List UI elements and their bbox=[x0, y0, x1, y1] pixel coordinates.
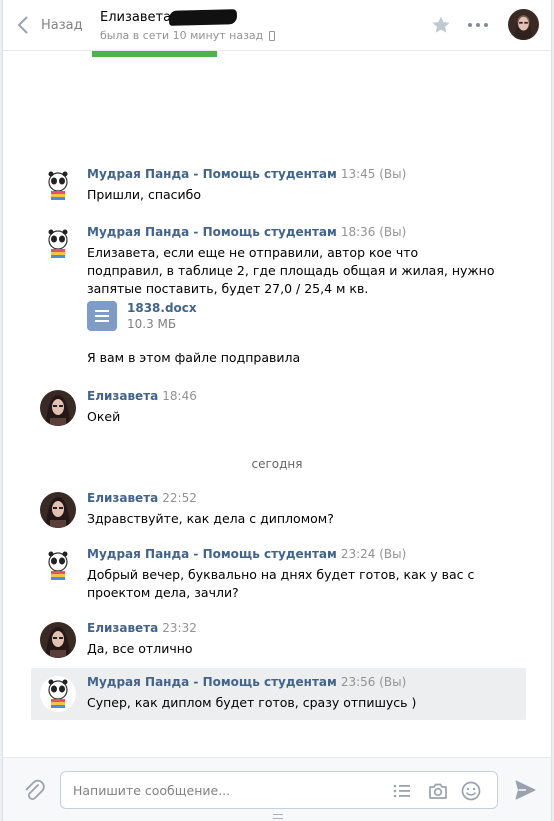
chat-header: Назад Елизавета была в сети 10 минут наз… bbox=[3, 0, 551, 51]
send-icon[interactable] bbox=[514, 779, 536, 801]
panda-avatar[interactable] bbox=[40, 168, 76, 204]
message-time: 22:52 bbox=[162, 491, 197, 505]
attachment-preview-strip bbox=[92, 51, 217, 57]
message-text: Окей bbox=[87, 409, 121, 424]
user-avatar[interactable] bbox=[40, 390, 76, 426]
message-item: Мудрая Панда - Помощь студентам 23:24 (Вы… bbox=[31, 540, 526, 610]
back-label: Назад bbox=[41, 17, 83, 33]
message-author[interactable]: Мудрая Панда - Помощь студентам 18:36 (Вы… bbox=[87, 225, 406, 239]
message-text: Я вам в этом файле подправила bbox=[87, 350, 301, 365]
message-item: Мудрая Панда - Помощь студентам 13:45 (Вы… bbox=[31, 160, 526, 216]
message-time: 23:32 bbox=[162, 621, 197, 635]
message-author[interactable]: Мудрая Панда - Помощь студентам 13:45 (Вы… bbox=[87, 167, 406, 181]
document-name[interactable]: 1838.docx bbox=[127, 301, 197, 315]
message-author[interactable]: Мудрая Панда - Помощь студентам 23:24 (Вы… bbox=[87, 547, 406, 561]
message-time: 23:56 (Вы) bbox=[340, 675, 407, 689]
peer-status: была в сети 10 минут назад bbox=[100, 29, 276, 42]
message-item: Мудрая Панда - Помощь студентам 18:36 (Вы… bbox=[31, 218, 526, 378]
message-author[interactable]: Мудрая Панда - Помощь студентам 23:56 (Вы… bbox=[87, 675, 406, 689]
message-text: Пришли, спасибо bbox=[87, 187, 202, 202]
back-button[interactable]: Назад bbox=[17, 14, 83, 36]
mobile-phone-icon bbox=[269, 30, 276, 41]
message-input-box[interactable] bbox=[60, 771, 498, 809]
chevron-left-icon bbox=[17, 16, 28, 34]
message-author[interactable]: Елизавета 18:46 bbox=[87, 389, 197, 403]
message-input[interactable] bbox=[73, 772, 373, 808]
user-avatar[interactable] bbox=[40, 622, 76, 658]
redaction-mark bbox=[168, 9, 238, 26]
star-icon[interactable] bbox=[431, 15, 451, 35]
message-author[interactable]: Елизавета 22:52 bbox=[87, 491, 197, 505]
message-text: Супер, как диплом будет готов, сразу отп… bbox=[87, 695, 417, 710]
message-text: Добрый вечер, буквально на днях будет го… bbox=[87, 567, 475, 600]
date-separator: сегодня bbox=[251, 457, 303, 471]
message-time: 13:45 (Вы) bbox=[340, 167, 407, 181]
message-time: 23:24 (Вы) bbox=[340, 547, 407, 561]
message-text: Да, все отлично bbox=[87, 641, 193, 656]
document-attachment[interactable]: 1838.docx 10.3 МБ bbox=[87, 301, 197, 331]
message-text: Елизавета, если еще не отправили, автор … bbox=[87, 245, 495, 296]
document-size: 10.3 МБ bbox=[127, 317, 177, 331]
emoji-icon[interactable] bbox=[460, 780, 482, 802]
message-time: 18:36 (Вы) bbox=[340, 225, 407, 239]
message-author[interactable]: Елизавета 23:32 bbox=[87, 621, 197, 635]
peer-status-text: была в сети 10 минут назад bbox=[100, 29, 264, 42]
panda-avatar[interactable] bbox=[40, 548, 76, 584]
resize-grip[interactable] bbox=[273, 814, 283, 819]
message-time: 18:46 bbox=[162, 389, 197, 403]
message-composer bbox=[3, 757, 551, 821]
message-item: Елизавета 18:46 Окей bbox=[31, 382, 526, 432]
message-text: Здравствуйте, как дела с дипломом? bbox=[87, 511, 334, 526]
list-icon[interactable] bbox=[391, 780, 413, 802]
more-dots-icon[interactable] bbox=[466, 16, 490, 34]
user-avatar[interactable] bbox=[40, 492, 76, 528]
peer-name[interactable]: Елизавета bbox=[100, 10, 171, 25]
document-icon bbox=[87, 301, 117, 331]
message-item: Елизавета 23:32 Да, все отлично bbox=[31, 614, 526, 664]
paperclip-icon[interactable] bbox=[23, 779, 45, 803]
chat-window: Назад Елизавета была в сети 10 минут наз… bbox=[2, 0, 552, 821]
panda-avatar[interactable] bbox=[40, 226, 76, 262]
message-item-selected[interactable]: Мудрая Панда - Помощь студентам 23:56 (Вы… bbox=[31, 668, 526, 720]
panda-avatar[interactable] bbox=[40, 676, 76, 712]
camera-icon[interactable] bbox=[427, 780, 449, 802]
peer-avatar[interactable] bbox=[508, 9, 539, 40]
message-item: Елизавета 22:52 Здравствуйте, как дела с … bbox=[31, 484, 526, 534]
